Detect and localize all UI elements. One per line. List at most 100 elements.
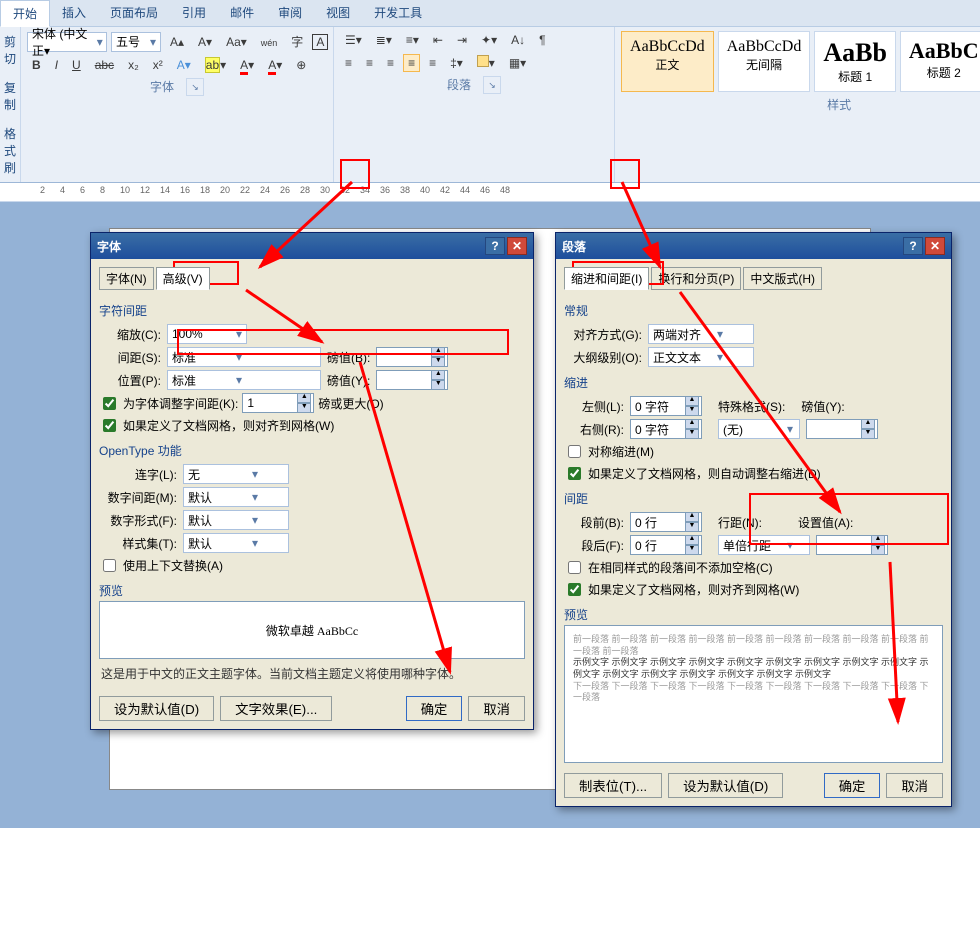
tab-review[interactable]: 审阅 (266, 0, 314, 26)
superscript-button[interactable]: x² (148, 56, 168, 74)
tab-view[interactable]: 视图 (314, 0, 362, 26)
ruler[interactable]: 2468101214161820222426283032343638404244… (0, 183, 980, 202)
clipboard-painter[interactable]: 格式刷 (0, 119, 20, 182)
para-ok-button[interactable]: 确定 (824, 773, 881, 798)
font-ok-button[interactable]: 确定 (406, 696, 463, 721)
outline-combo[interactable]: 正文文本▾ (648, 347, 754, 367)
font-family-combo[interactable]: 宋体 (中文正▾▾ (27, 32, 107, 52)
indent-right-spin[interactable]: 0 字符▲▼ (630, 419, 702, 439)
tab-insert[interactable]: 插入 (50, 0, 98, 26)
font-default-button[interactable]: 设为默认值(D) (99, 696, 214, 721)
lig-combo[interactable]: 无▾ (183, 464, 289, 484)
para-group-label: 段落 (447, 76, 471, 94)
tab-references[interactable]: 引用 (170, 0, 218, 26)
spacing-combo[interactable]: 标准▾ (167, 347, 321, 367)
font-dialog-tab-font[interactable]: 字体(N) (99, 267, 154, 290)
enclose-char-icon[interactable]: 字 (286, 31, 308, 52)
subscript-button[interactable]: x₂ (123, 56, 144, 74)
bold-button[interactable]: B (27, 56, 46, 74)
pos-combo[interactable]: 标准▾ (167, 370, 321, 390)
para-default-button[interactable]: 设为默认值(D) (668, 773, 783, 798)
before-spin[interactable]: 0 行▲▼ (630, 512, 702, 532)
highlight-icon[interactable]: ab▾ (200, 56, 231, 74)
autoindent-check[interactable] (568, 467, 581, 480)
after-spin[interactable]: 0 行▲▼ (630, 535, 702, 555)
align-right-icon[interactable]: ≡ (382, 54, 399, 72)
align-justify-icon[interactable]: ≡ (403, 54, 420, 72)
tab-layout[interactable]: 页面布局 (98, 0, 170, 26)
style-h2[interactable]: AaBbC 标题 2 (900, 31, 980, 92)
para-tab-breaks[interactable]: 换行和分页(P) (651, 267, 741, 290)
snapgrid-check[interactable] (568, 583, 581, 596)
line-spacing-icon[interactable]: ‡▾ (445, 54, 468, 72)
strike-button[interactable]: abc (90, 56, 119, 74)
font-effects-button[interactable]: 文字效果(E)... (220, 696, 332, 721)
font-color-icon[interactable]: A▾ (235, 56, 259, 74)
font-size-combo[interactable]: 五号▾ (111, 32, 161, 52)
para-tab-asian[interactable]: 中文版式(H) (743, 267, 822, 290)
nosame-check[interactable] (568, 561, 581, 574)
show-marks-icon[interactable]: ¶ (534, 31, 550, 49)
change-case-icon[interactable]: Aa▾ (221, 33, 252, 51)
text-effect-icon[interactable]: A▾ (172, 56, 196, 74)
para-tab-indent[interactable]: 缩进和间距(I) (564, 267, 649, 290)
font-dialog-tab-advanced[interactable]: 高级(V) (156, 267, 210, 290)
special-combo[interactable]: (无)▾ (718, 419, 800, 439)
underline-button[interactable]: U (67, 56, 86, 74)
inc-indent-icon[interactable]: ⇥ (452, 31, 472, 49)
clipboard-copy[interactable]: 复制 (0, 73, 20, 119)
asian-layout-icon[interactable]: ✦▾ (476, 31, 502, 49)
grow-font-icon[interactable]: A▴ (165, 33, 189, 51)
align-dist-icon[interactable]: ≡ (424, 54, 441, 72)
grid-align-check[interactable] (103, 419, 116, 432)
numbering-icon[interactable]: ≣▾ (371, 31, 397, 49)
font-dialog-launcher[interactable]: ↘ (186, 78, 204, 96)
para-cancel-button[interactable]: 取消 (886, 773, 943, 798)
setval-spin[interactable]: ▲▼ (816, 535, 888, 555)
dec-indent-icon[interactable]: ⇤ (428, 31, 448, 49)
special-pv-spin[interactable]: ▲▼ (806, 419, 878, 439)
style-h1[interactable]: AaBb 标题 1 (814, 31, 896, 92)
ctx-check[interactable] (103, 559, 116, 572)
para-tabs-button[interactable]: 制表位(T)... (564, 773, 662, 798)
numsp-combo[interactable]: 默认▾ (183, 487, 289, 507)
style-nospacing[interactable]: AaBbCcDd 无间隔 (718, 31, 811, 92)
char-shading-icon[interactable]: A▾ (263, 56, 287, 74)
para-dialog-launcher[interactable]: ↘ (483, 76, 501, 94)
tab-devtools[interactable]: 开发工具 (362, 0, 434, 26)
phonetic-icon[interactable]: wén (256, 33, 283, 51)
para-dialog-close-icon[interactable]: ✕ (925, 237, 945, 255)
pos-pt-spin[interactable]: ▲▼ (376, 370, 448, 390)
styset-combo[interactable]: 默认▾ (183, 533, 289, 553)
snapgrid-label: 如果定义了文档网格，则对齐到网格(W) (588, 581, 799, 598)
borders-icon[interactable]: ▦▾ (504, 54, 531, 72)
italic-button[interactable]: I (50, 56, 63, 74)
linesp-combo[interactable]: 单倍行距▾ (718, 535, 810, 555)
bullets-icon[interactable]: ☰▾ (340, 31, 367, 49)
shrink-font-icon[interactable]: A▾ (193, 33, 217, 51)
font-cancel-button[interactable]: 取消 (468, 696, 525, 721)
scale-combo[interactable]: 100%▾ (167, 324, 247, 344)
numform-combo[interactable]: 默认▾ (183, 510, 289, 530)
indent-left-spin[interactable]: 0 字符▲▼ (630, 396, 702, 416)
font-dialog-close-icon[interactable]: ✕ (507, 237, 527, 255)
style-normal[interactable]: AaBbCcDd 正文 (621, 31, 714, 92)
mirror-check[interactable] (568, 445, 581, 458)
align-combo[interactable]: 两端对齐▾ (648, 324, 754, 344)
tab-home[interactable]: 开始 (0, 0, 50, 27)
clipboard-cut[interactable]: 剪切 (0, 27, 20, 73)
multilevel-icon[interactable]: ≡▾ (401, 31, 424, 49)
sort-icon[interactable]: A↓ (506, 31, 530, 49)
shading-icon[interactable]: ▾ (472, 53, 500, 72)
kern-spin[interactable]: 1▲▼ (242, 393, 314, 413)
tab-mailings[interactable]: 邮件 (218, 0, 266, 26)
para-dialog-help-icon[interactable]: ? (903, 237, 923, 255)
circled-icon[interactable]: ⊕ (291, 56, 311, 74)
align-left-icon[interactable]: ≡ (340, 54, 357, 72)
font-dialog-help-icon[interactable]: ? (485, 237, 505, 255)
spacing-pt-spin[interactable]: ▲▼ (376, 347, 448, 367)
char-border-icon[interactable]: A (312, 34, 328, 50)
font-family-value: 宋体 (中文正▾ (30, 25, 96, 59)
align-center-icon[interactable]: ≡ (361, 54, 378, 72)
kern-check[interactable] (103, 397, 116, 410)
